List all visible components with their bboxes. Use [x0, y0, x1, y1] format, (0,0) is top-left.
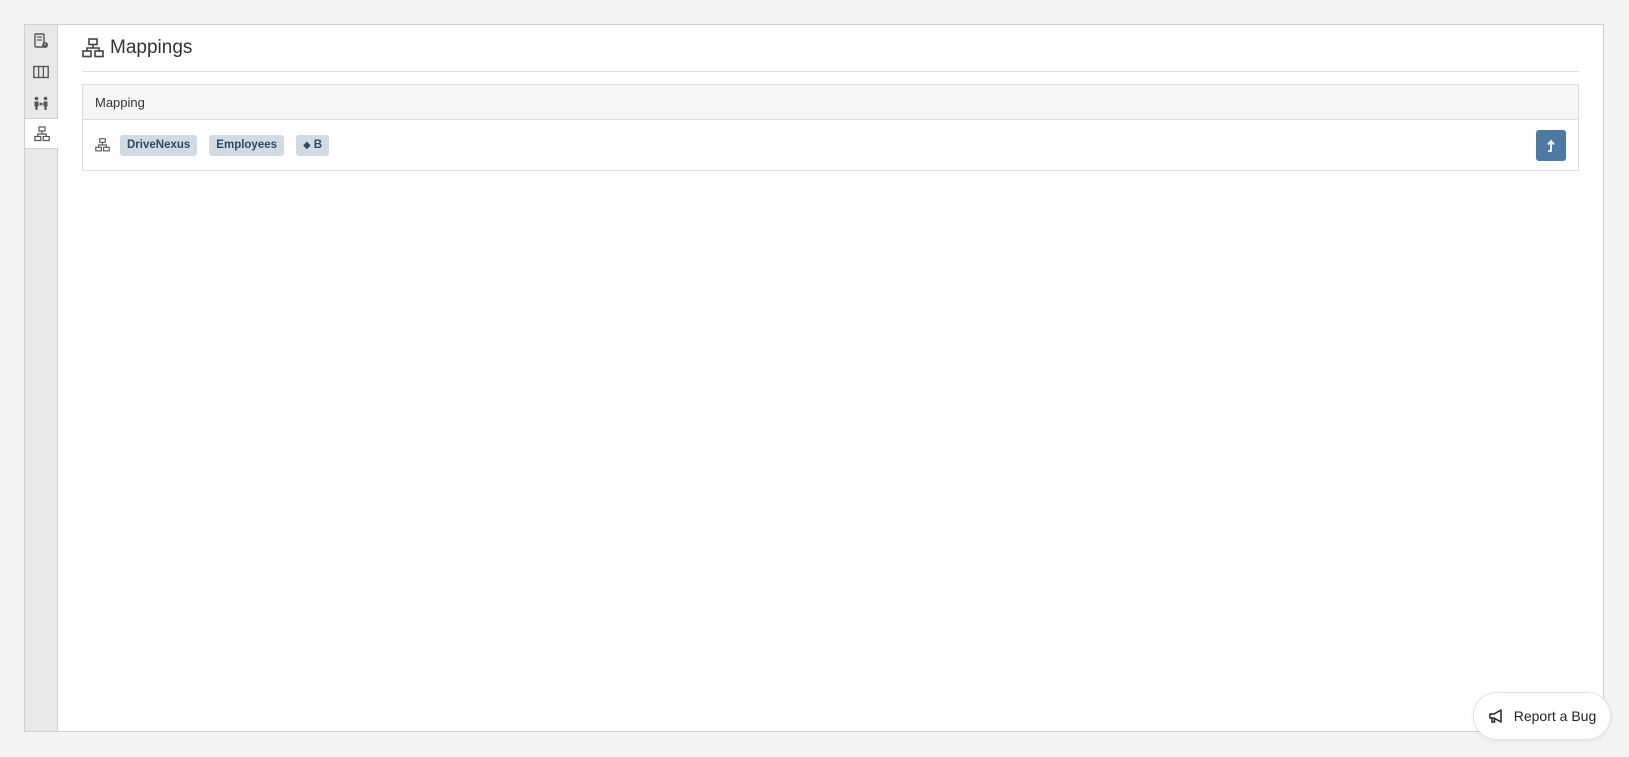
- column-header-mapping: Mapping: [95, 94, 145, 110]
- rail-item-mappings[interactable]: [25, 118, 58, 149]
- table-header: Mapping: [83, 85, 1578, 120]
- tag-label-text: B: [313, 138, 323, 151]
- app-frame: Mappings Mapping DriveNexus Employees ◆ …: [24, 24, 1604, 732]
- page-title: Mappings: [110, 37, 193, 58]
- tag-source: DriveNexus: [120, 134, 198, 156]
- tag-target: Employees: [209, 134, 285, 156]
- main-content: Mappings Mapping DriveNexus Employees ◆ …: [82, 25, 1579, 171]
- rail-item-report[interactable]: [25, 25, 57, 56]
- sitemap-icon: [82, 38, 104, 58]
- level-up-button[interactable]: [1536, 130, 1566, 161]
- people-arrows-icon: [34, 96, 48, 110]
- rail-item-people[interactable]: [25, 87, 57, 118]
- side-rail: [25, 25, 58, 731]
- tag-label: ◆ B: [296, 134, 330, 156]
- columns-icon: [33, 65, 49, 78]
- report-bug-button[interactable]: Report a Bug: [1473, 692, 1611, 740]
- report-icon: [34, 32, 48, 48]
- tag-icon: ◆: [303, 139, 311, 151]
- sitemap-icon: [95, 138, 110, 152]
- mappings-table: Mapping DriveNexus Employees ◆ B: [82, 84, 1579, 171]
- report-bug-label: Report a Bug: [1513, 708, 1597, 724]
- page-header: Mappings: [82, 25, 1579, 72]
- rail-item-columns[interactable]: [25, 56, 57, 87]
- table-row: DriveNexus Employees ◆ B: [83, 120, 1578, 170]
- level-up-icon: [1547, 139, 1555, 152]
- megaphone-icon: [1489, 709, 1502, 723]
- sitemap-icon: [33, 125, 50, 141]
